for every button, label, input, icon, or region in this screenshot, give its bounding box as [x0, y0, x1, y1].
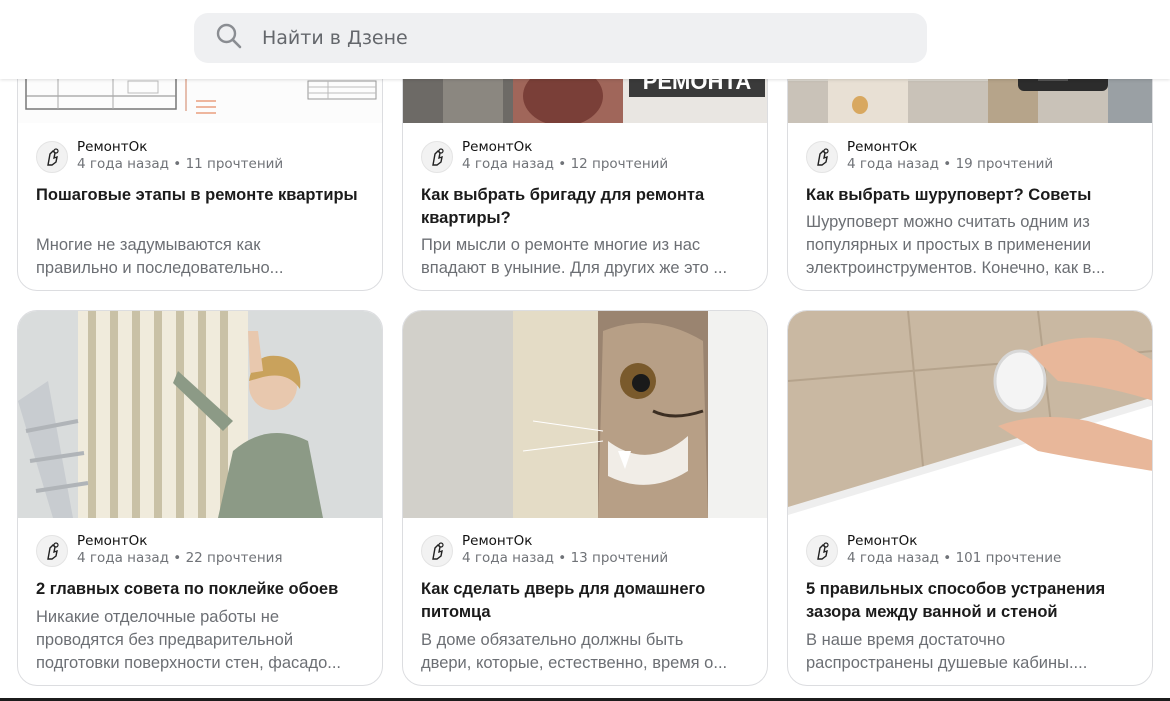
search-icon[interactable]: [214, 21, 244, 55]
card-meta: РемонтОк 4 года назад • 101 прочтение: [806, 533, 1061, 567]
article-snippet-line: электроинструментов. Конечно, как в...: [806, 259, 1106, 277]
article-snippet-line: Шуруповерт можно считать одним из: [806, 213, 1090, 231]
search-input[interactable]: Найти в Дзене: [262, 27, 408, 49]
channel-avatar[interactable]: [806, 535, 838, 567]
article-snippet-line: распространены душевые кабины....: [806, 654, 1088, 672]
article-card[interactable]: РемонтОк 4 года назад • 13 прочтений Как…: [402, 310, 768, 686]
article-title[interactable]: 5 правильных способов устранения зазора …: [806, 578, 1138, 624]
search-box[interactable]: Найти в Дзене: [194, 13, 927, 63]
article-thumbnail[interactable]: [403, 311, 767, 518]
article-snippet-line: При мысли о ремонте многие из нас: [421, 236, 701, 254]
top-bar: Найти в Дзене: [0, 0, 1170, 79]
publish-age: 4 года назад: [847, 550, 940, 566]
article-title[interactable]: Как сделать дверь для домашнего питомца: [421, 578, 753, 624]
article-snippet-line: популярных и простых в применении: [806, 236, 1092, 254]
channel-name[interactable]: РемонтОк: [462, 139, 668, 156]
article-snippet-line: Многие не задумываются как: [36, 236, 261, 254]
publish-age: 4 года назад: [77, 550, 170, 566]
publish-info: 4 года назад • 13 прочтений: [462, 550, 669, 566]
article-thumbnail[interactable]: [788, 311, 1152, 518]
article-card[interactable]: РемонтОк 4 года назад • 22 прочтения 2 г…: [17, 310, 383, 686]
article-title[interactable]: Как выбрать шуруповерт? Советы: [806, 184, 1138, 207]
card-meta: РемонтОк 4 года назад • 22 прочтения: [36, 533, 283, 567]
channel-avatar[interactable]: [806, 141, 838, 173]
publish-age: 4 года назад: [462, 550, 555, 566]
read-count: 11 прочтений: [185, 156, 284, 172]
article-snippet-line: проводятся без предварительной: [36, 631, 294, 649]
read-count: 13 прочтений: [570, 550, 669, 566]
read-count: 22 прочтения: [185, 550, 283, 566]
publish-info: 4 года назад • 101 прочтение: [847, 550, 1062, 566]
publish-info: 4 года назад • 11 прочтений: [77, 156, 284, 172]
channel-name[interactable]: РемонтОк: [77, 533, 283, 550]
publish-info: 4 года назад • 12 прочтений: [462, 156, 669, 172]
read-count: 19 прочтений: [955, 156, 1054, 172]
card-meta: РемонтОк 4 года назад • 12 прочтений: [421, 139, 668, 173]
read-count: 12 прочтений: [570, 156, 669, 172]
channel-name[interactable]: РемонтОк: [77, 139, 283, 156]
article-title[interactable]: 2 главных совета по поклейке обоев: [36, 578, 368, 601]
channel-avatar[interactable]: [421, 535, 453, 567]
article-snippet-line: подготовки поверхности стен, фасадо...: [36, 654, 342, 672]
card-meta: РемонтОк 4 года назад • 11 прочтений: [36, 139, 283, 173]
channel-name[interactable]: РемонтОк: [847, 533, 1061, 550]
article-snippet-line: правильно и последовательно...: [36, 259, 284, 277]
publish-age: 4 года назад: [462, 156, 555, 172]
channel-avatar[interactable]: [36, 141, 68, 173]
article-title[interactable]: Как выбрать бригаду для ремонта квартиры…: [421, 184, 753, 230]
channel-name[interactable]: РемонтОк: [847, 139, 1053, 156]
article-snippet-line: В наше время достаточно: [806, 631, 1006, 649]
article-snippet-line: Никакие отделочные работы не: [36, 608, 280, 626]
channel-name[interactable]: РемонтОк: [462, 533, 668, 550]
article-thumbnail[interactable]: [18, 311, 382, 518]
card-meta: РемонтОк 4 года назад • 19 прочтений: [806, 139, 1053, 173]
article-card[interactable]: РемонтОк 4 года назад • 101 прочтение 5 …: [787, 310, 1153, 686]
channel-avatar[interactable]: [36, 535, 68, 567]
article-snippet-line: двери, которые, естественно, время о...: [421, 654, 728, 672]
publish-info: 4 года назад • 22 прочтения: [77, 550, 283, 566]
article-snippet-line: впадают в уныние. Для других же это ...: [421, 259, 728, 277]
read-count: 101 прочтение: [955, 550, 1062, 566]
channel-avatar[interactable]: [421, 141, 453, 173]
article-title[interactable]: Пошаговые этапы в ремонте квартиры: [36, 184, 368, 207]
card-meta: РемонтОк 4 года назад • 13 прочтений: [421, 533, 668, 567]
publish-age: 4 года назад: [77, 156, 170, 172]
article-snippet-line: В доме обязательно должны быть: [421, 631, 684, 649]
publish-info: 4 года назад • 19 прочтений: [847, 156, 1054, 172]
publish-age: 4 года назад: [847, 156, 940, 172]
